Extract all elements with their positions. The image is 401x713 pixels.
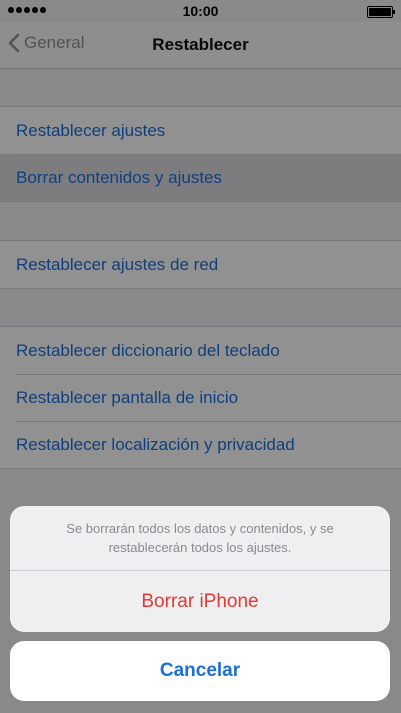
cancel-button[interactable]: Cancelar [10,641,390,701]
action-sheet: Se borrarán todos los datos y contenidos… [10,506,390,632]
action-sheet-message: Se borrarán todos los datos y contenidos… [10,506,390,571]
erase-iphone-button[interactable]: Borrar iPhone [10,571,390,632]
